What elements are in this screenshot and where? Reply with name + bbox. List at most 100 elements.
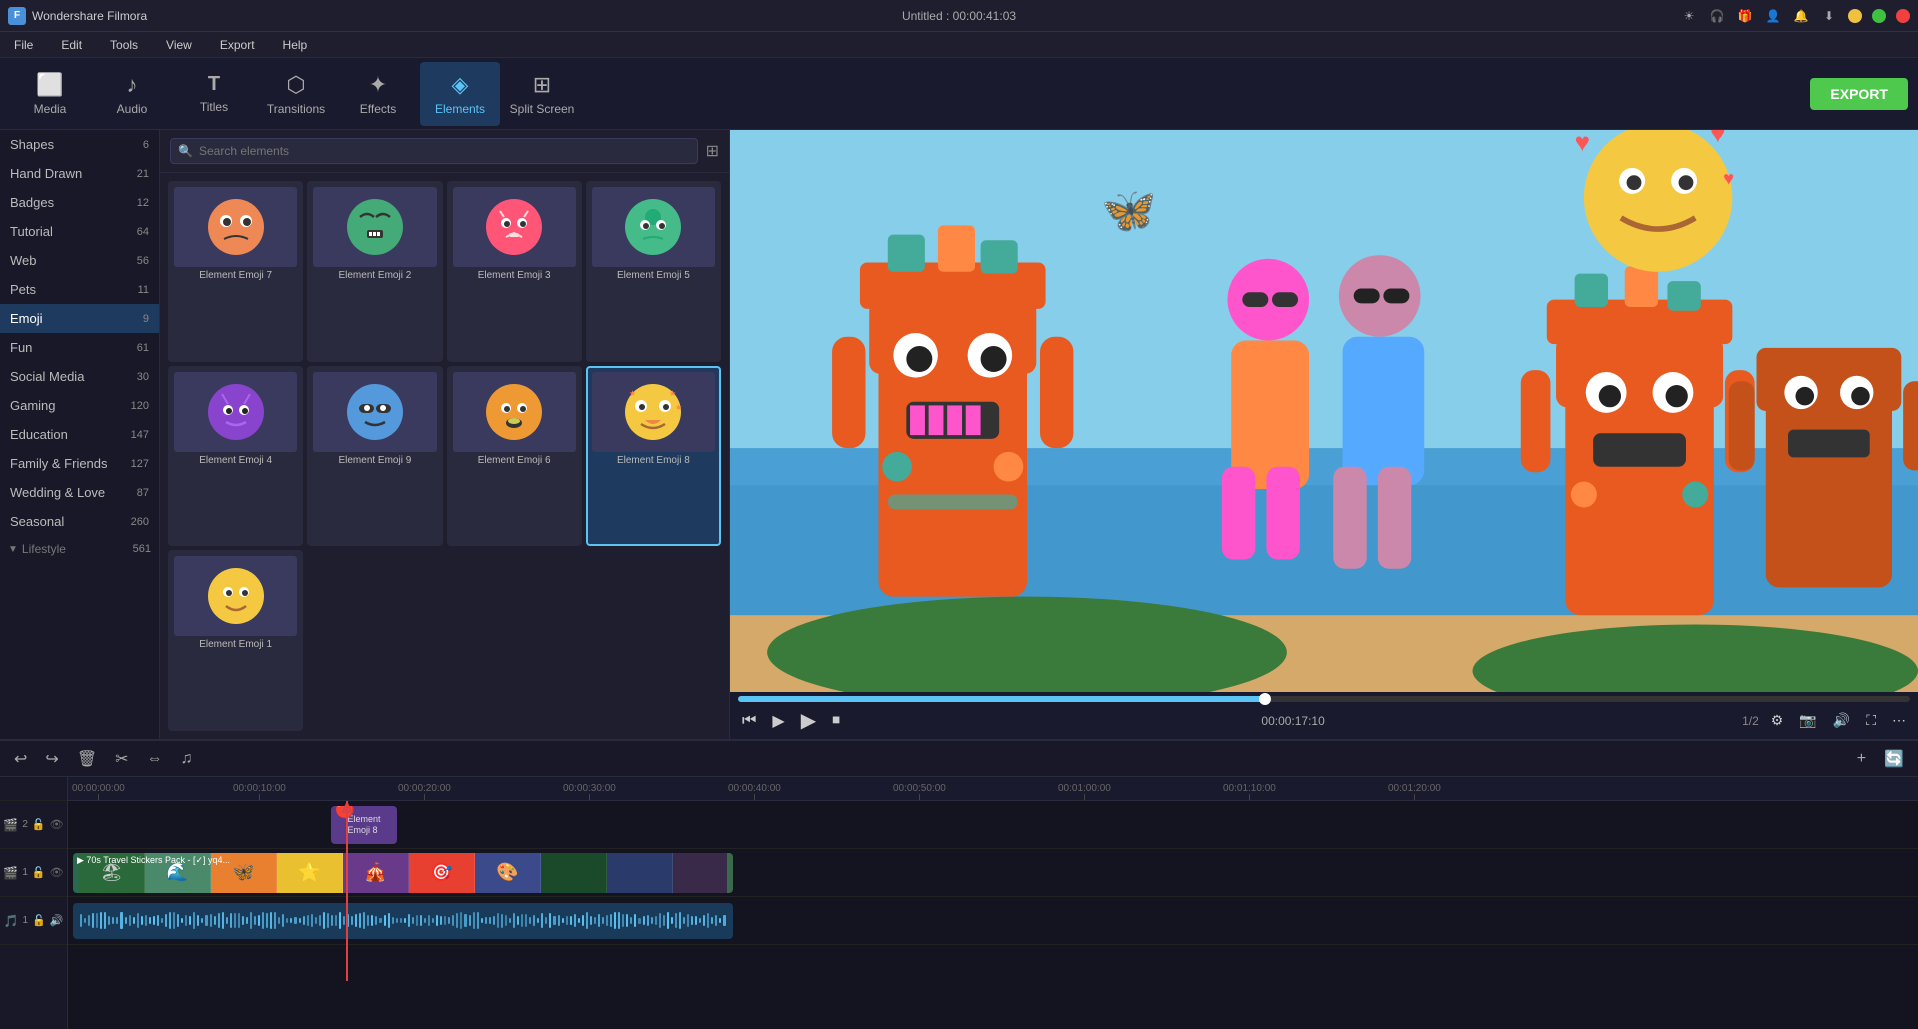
toolbar-split-screen[interactable]: ⊞ Split Screen	[502, 62, 582, 126]
stop-button[interactable]: ⏹	[828, 710, 844, 732]
menu-file[interactable]: File	[8, 36, 39, 54]
redo-button[interactable]: ↪	[41, 747, 62, 771]
track-row-1: ▶ 70s Travel Stickers Pack - [✓] yq4... …	[68, 849, 1918, 897]
sidebar-item-education[interactable]: Education 147	[0, 420, 159, 449]
ratio-display: 1/2	[1742, 714, 1759, 728]
svg-text:🦋: 🦋	[1101, 186, 1156, 235]
menu-tools[interactable]: Tools	[104, 36, 144, 54]
preview-panel: ♥ ♥ ♥ 🦋 ⏮ ▶ ▶ ⏹	[730, 130, 1918, 739]
sidebar-group-lifestyle[interactable]: ▼ Lifestyle 561	[0, 536, 159, 562]
track-1-eye[interactable]: 👁	[50, 866, 64, 879]
element-card-emoji4[interactable]: Element Emoji 4	[168, 366, 303, 547]
sidebar-item-wedding[interactable]: Wedding & Love 87	[0, 478, 159, 507]
ruler-mark-50: 00:00:50:00	[893, 783, 946, 800]
toolbar-transitions-label: Transitions	[267, 102, 325, 116]
element-card-emoji5[interactable]: Element Emoji 5	[586, 181, 721, 362]
progress-fill	[738, 696, 1265, 702]
toolbar-elements[interactable]: ◈ Elements	[420, 62, 500, 126]
sidebar-label-social-media: Social Media	[10, 369, 84, 384]
titlebar-left: F Wondershare Filmora	[8, 7, 147, 25]
sidebar-count-wedding: 87	[137, 487, 149, 499]
sidebar-item-tutorial[interactable]: Tutorial 64	[0, 217, 159, 246]
timeline-tracks[interactable]: 00:00:00:00 00:00:10:00 00:00:20:00 00:0…	[68, 777, 1918, 1029]
sidebar-item-hand-drawn[interactable]: Hand Drawn 21	[0, 159, 159, 188]
close-button[interactable]	[1896, 9, 1910, 23]
headphones-icon[interactable]: 🎧	[1708, 7, 1726, 25]
sidebar-count-lifestyle: 561	[133, 543, 151, 555]
sidebar-item-badges[interactable]: Badges 12	[0, 188, 159, 217]
track-2-lock[interactable]: 🔓	[32, 818, 46, 831]
brightness-icon[interactable]: ☀	[1680, 7, 1698, 25]
sidebar-item-gaming[interactable]: Gaming 120	[0, 391, 159, 420]
export-button[interactable]: EXPORT	[1810, 78, 1908, 110]
download-icon[interactable]: ⬇	[1820, 7, 1838, 25]
grid-toggle-icon[interactable]: ⊞	[706, 141, 719, 161]
loop-button[interactable]: 🔄	[1880, 747, 1908, 771]
audio-lock[interactable]: 🔓	[32, 914, 46, 927]
audio-mute[interactable]: 🔊	[50, 914, 64, 927]
fullscreen-icon[interactable]: ⛶	[1862, 710, 1880, 731]
sidebar-item-fun[interactable]: Fun 61	[0, 333, 159, 362]
sidebar-count-web: 56	[137, 255, 149, 267]
screenshot-icon[interactable]: 📷	[1795, 710, 1820, 731]
menu-edit[interactable]: Edit	[55, 36, 88, 54]
sound-icon[interactable]: 🔊	[1829, 710, 1854, 731]
undo-button[interactable]: ↩	[10, 747, 31, 771]
video-thumb-6: 🎯	[409, 853, 475, 893]
element-card-emoji3[interactable]: Element Emoji 3	[447, 181, 582, 362]
element-card-emoji6[interactable]: Element Emoji 6	[447, 366, 582, 547]
gift-icon[interactable]: 🎁	[1736, 7, 1754, 25]
sidebar-item-shapes[interactable]: Shapes 6	[0, 130, 159, 159]
video-clip[interactable]: ▶ 70s Travel Stickers Pack - [✓] yq4... …	[73, 853, 733, 893]
toolbar-transitions[interactable]: ⬡ Transitions	[256, 62, 336, 126]
menu-view[interactable]: View	[160, 36, 198, 54]
maximize-button[interactable]	[1872, 9, 1886, 23]
current-time: 00:00:17:10	[1261, 714, 1324, 728]
sidebar-item-social-media[interactable]: Social Media 30	[0, 362, 159, 391]
progress-bar[interactable]	[738, 696, 1910, 702]
sidebar-item-web[interactable]: Web 56	[0, 246, 159, 275]
play-pause-button[interactable]: ▶	[797, 706, 820, 735]
split-button[interactable]: ✂	[111, 747, 132, 771]
sidebar-item-pets[interactable]: Pets 11	[0, 275, 159, 304]
element-card-emoji1[interactable]: Element Emoji 1	[168, 550, 303, 731]
element-card-emoji9[interactable]: Element Emoji 9	[307, 366, 442, 547]
element-thumb-emoji5	[592, 187, 715, 267]
search-bar: 🔍 ⊞	[160, 130, 729, 173]
element-card-emoji8[interactable]: ★ ★ ★ Element Emoji 8	[586, 366, 721, 547]
emoji-clip[interactable]: 🔴 ElementEmoji 8	[331, 806, 397, 844]
step-back-button[interactable]: ⏮	[738, 710, 760, 732]
element-label-emoji2: Element Emoji 2	[338, 270, 411, 283]
sidebar-item-seasonal[interactable]: Seasonal 260	[0, 507, 159, 536]
adjust-button[interactable]: ⇔	[143, 748, 167, 770]
minimize-button[interactable]	[1848, 9, 1862, 23]
audio-split-button[interactable]: ♫	[177, 748, 197, 770]
ruler-spacer	[0, 777, 67, 801]
menu-export[interactable]: Export	[214, 36, 261, 54]
sidebar-item-emoji[interactable]: Emoji 9	[0, 304, 159, 333]
person-icon[interactable]: 👤	[1764, 7, 1782, 25]
delete-button[interactable]: 🗑	[73, 747, 101, 771]
audio-clip[interactable]	[73, 903, 733, 939]
menu-help[interactable]: Help	[277, 36, 314, 54]
render-icon[interactable]: ⚙	[1767, 710, 1788, 731]
toolbar-audio[interactable]: ♪ Audio	[92, 62, 172, 126]
toolbar-titles[interactable]: T Titles	[174, 62, 254, 126]
search-input[interactable]	[170, 138, 698, 164]
element-card-emoji2[interactable]: Element Emoji 2	[307, 181, 442, 362]
ruler-mark-20: 00:00:20:00	[398, 783, 451, 800]
element-label-emoji4: Element Emoji 4	[199, 455, 272, 468]
play-button[interactable]: ▶	[768, 709, 788, 733]
toolbar-media[interactable]: ⬜ Media	[10, 62, 90, 126]
add-media-button[interactable]: +	[1853, 748, 1870, 770]
timeline-ruler: 00:00:00:00 00:00:10:00 00:00:20:00 00:0…	[68, 777, 1918, 801]
track-2-eye[interactable]: 👁	[50, 818, 64, 831]
sidebar-item-family[interactable]: Family & Friends 127	[0, 449, 159, 478]
toolbar-effects[interactable]: ✦ Effects	[338, 62, 418, 126]
more-icon[interactable]: ⋯	[1888, 710, 1910, 731]
element-card-emoji7[interactable]: Element Emoji 7	[168, 181, 303, 362]
preview-scene: ♥ ♥ ♥ 🦋	[730, 130, 1918, 692]
bell-icon[interactable]: 🔔	[1792, 7, 1810, 25]
preview-video: ♥ ♥ ♥ 🦋	[730, 130, 1918, 692]
track-1-lock[interactable]: 🔓	[32, 866, 46, 879]
